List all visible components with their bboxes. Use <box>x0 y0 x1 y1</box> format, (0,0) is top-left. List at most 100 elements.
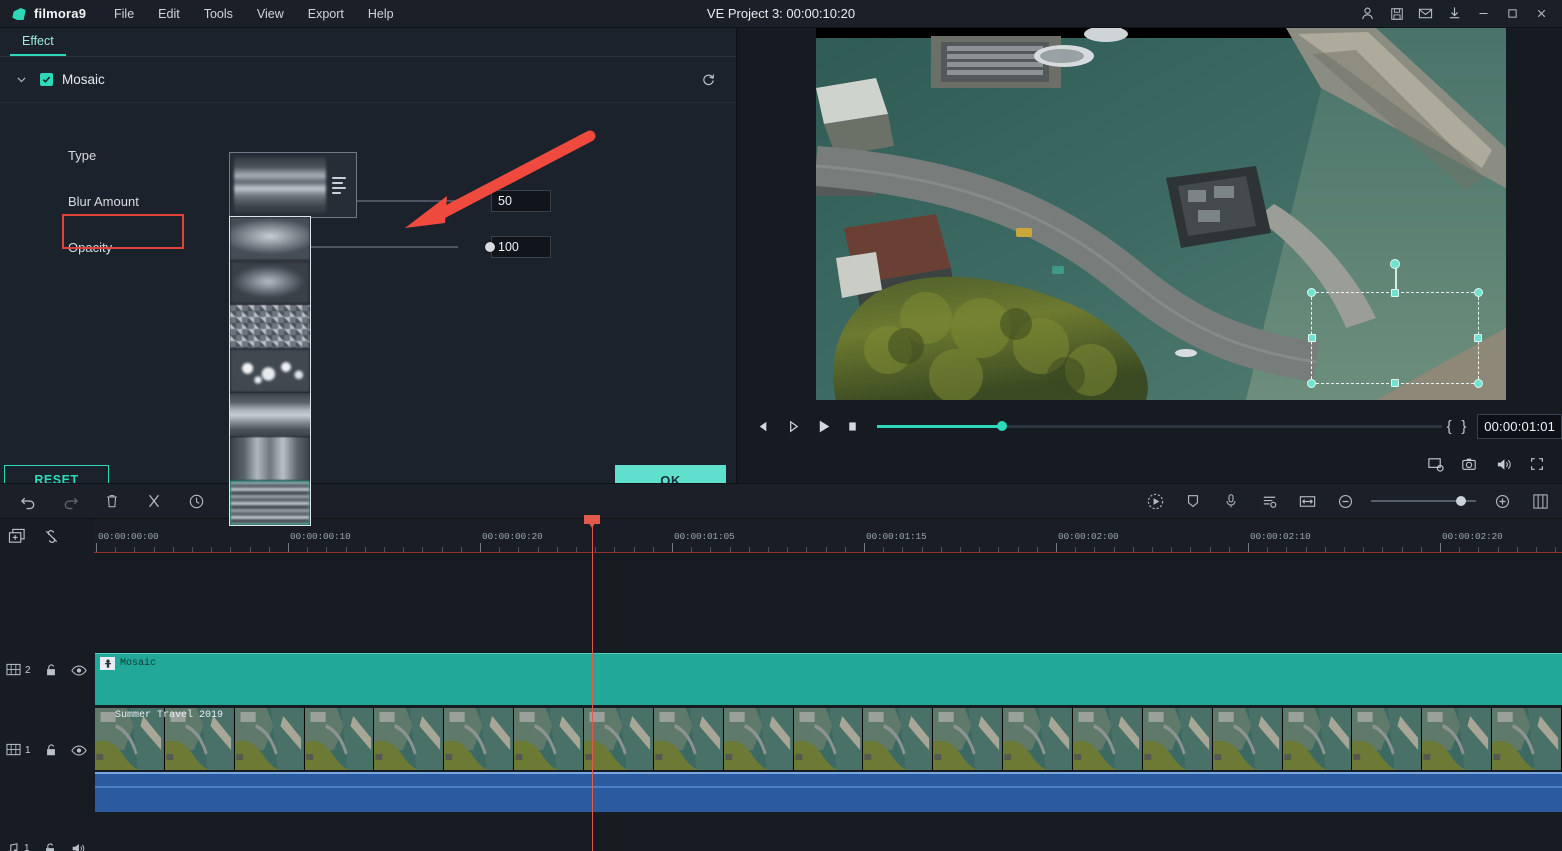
timeline-ruler[interactable]: 00:00:00:00 00:00:00:10 00:00:00:20 00:0… <box>94 519 1562 553</box>
type-option-4[interactable] <box>230 349 310 393</box>
play-icon[interactable] <box>808 409 838 443</box>
add-track-icon[interactable] <box>8 528 27 545</box>
panel-stripes-icon[interactable] <box>1524 485 1556 517</box>
blur-amount-value-input[interactable]: 50 <box>491 190 551 212</box>
lock-icon-video-2[interactable] <box>44 663 58 677</box>
eye-icon-video-1[interactable] <box>71 744 87 757</box>
label-type: Type <box>68 148 228 163</box>
type-option-7[interactable] <box>230 481 310 525</box>
stop-icon[interactable] <box>838 409 868 443</box>
type-option-3[interactable] <box>230 305 310 349</box>
handle-top-center[interactable] <box>1391 289 1399 297</box>
video-preview[interactable] <box>816 28 1506 400</box>
redo-icon[interactable] <box>54 485 86 517</box>
filmstrip-frame <box>1073 708 1143 770</box>
rotation-handle[interactable] <box>1390 259 1400 269</box>
type-option-1[interactable] <box>230 217 310 261</box>
clip-audio-waveform[interactable] <box>95 772 1562 812</box>
handle-top-right[interactable] <box>1474 288 1483 297</box>
audio-mixer-icon[interactable] <box>1253 485 1285 517</box>
lock-icon-video-1[interactable] <box>44 743 58 757</box>
filmstrip-frame <box>584 708 654 770</box>
handle-middle-right[interactable] <box>1474 334 1482 342</box>
opacity-value-input[interactable]: 100 <box>491 236 551 258</box>
filmstrip-frame <box>724 708 794 770</box>
volume-speaker-icon[interactable] <box>1488 449 1518 479</box>
account-icon[interactable] <box>1353 0 1382 28</box>
reset-effect-icon[interactable] <box>701 72 716 87</box>
type-option-5[interactable] <box>230 393 310 437</box>
preview-timecode[interactable]: 00:00:01:01 <box>1477 414 1562 439</box>
next-frame-icon[interactable] <box>779 409 809 443</box>
label-blur-amount: Blur Amount <box>68 194 228 209</box>
clip-mosaic[interactable]: Mosaic <box>95 653 1562 705</box>
handle-bottom-left[interactable] <box>1307 379 1316 388</box>
handle-bottom-center[interactable] <box>1391 379 1399 387</box>
delete-trash-icon[interactable] <box>96 485 128 517</box>
video-track-icon <box>6 743 21 757</box>
filmstrip-frame <box>933 708 1003 770</box>
filmora-logo-icon <box>12 6 28 22</box>
playback-progress-slider[interactable] <box>877 420 1441 432</box>
player-transport-row: { } 00:00:01:01 <box>737 406 1562 446</box>
fullscreen-expand-icon[interactable] <box>1522 449 1552 479</box>
mosaic-enabled-checkbox[interactable] <box>40 73 53 86</box>
type-selector[interactable] <box>229 152 357 218</box>
player-options-row <box>737 446 1562 482</box>
mark-in-icon[interactable]: { <box>1442 411 1457 441</box>
menu-help[interactable]: Help <box>356 3 406 25</box>
duration-clock-icon[interactable] <box>180 485 212 517</box>
ruler-label: 00:00:02:20 <box>1442 531 1503 542</box>
handle-middle-left[interactable] <box>1308 334 1316 342</box>
marker-shield-icon[interactable] <box>1177 485 1209 517</box>
clip-summer-travel[interactable]: Summer Travel 2019 <box>95 708 1562 770</box>
close-icon[interactable] <box>1527 0 1556 28</box>
filmstrip-frame <box>1352 708 1422 770</box>
minimize-icon[interactable] <box>1469 0 1498 28</box>
type-option-2[interactable] <box>230 261 310 305</box>
mosaic-selection-rectangle[interactable] <box>1311 292 1479 384</box>
timeline-toolbar-left <box>0 485 254 517</box>
undo-icon[interactable] <box>12 485 44 517</box>
menu-view[interactable]: View <box>245 3 296 25</box>
zoom-handle[interactable] <box>1456 496 1466 506</box>
type-option-6[interactable] <box>230 437 310 481</box>
filmstrip-frame <box>1283 708 1353 770</box>
zoom-in-icon[interactable] <box>1486 485 1518 517</box>
render-preview-icon[interactable] <box>1139 485 1171 517</box>
maximize-icon[interactable] <box>1498 0 1527 28</box>
timeline-zoom-slider[interactable] <box>1371 495 1476 507</box>
lock-icon-audio-1[interactable] <box>43 842 57 851</box>
menu-bar: File Edit Tools View Export Help <box>102 3 406 25</box>
menu-export[interactable]: Export <box>296 3 356 25</box>
menu-file[interactable]: File <box>102 3 146 25</box>
zoom-out-icon[interactable] <box>1329 485 1361 517</box>
voiceover-microphone-icon[interactable] <box>1215 485 1247 517</box>
tab-effect[interactable]: Effect <box>10 34 66 56</box>
mute-speaker-icon-audio-1[interactable] <box>70 841 86 851</box>
snapshot-camera-icon[interactable] <box>1454 449 1484 479</box>
ruler-label: 00:00:01:15 <box>866 531 927 542</box>
unlink-broken-link-icon[interactable] <box>43 528 60 545</box>
mark-out-icon[interactable]: } <box>1456 411 1471 441</box>
menu-edit[interactable]: Edit <box>146 3 192 25</box>
menu-tools[interactable]: Tools <box>192 3 245 25</box>
chevron-down-icon[interactable] <box>14 73 28 87</box>
audio-waveform-line <box>95 786 1562 788</box>
eye-icon-video-2[interactable] <box>71 664 87 677</box>
mail-icon[interactable] <box>1411 0 1440 28</box>
progress-handle[interactable] <box>997 421 1007 431</box>
playhead[interactable] <box>592 519 593 851</box>
type-options-dropdown[interactable] <box>229 216 311 526</box>
handle-bottom-right[interactable] <box>1474 379 1483 388</box>
handle-top-left[interactable] <box>1307 288 1316 297</box>
fit-to-timeline-icon[interactable] <box>1291 485 1323 517</box>
display-settings-icon[interactable] <box>1420 449 1450 479</box>
ruler-label: 00:00:00:20 <box>482 531 543 542</box>
split-scissors-icon[interactable] <box>138 485 170 517</box>
opacity-slider-handle[interactable] <box>485 242 495 252</box>
previous-frame-icon[interactable] <box>749 409 779 443</box>
save-icon[interactable] <box>1382 0 1411 28</box>
download-icon[interactable] <box>1440 0 1469 28</box>
clip-video-label: Summer Travel 2019 <box>115 710 223 721</box>
